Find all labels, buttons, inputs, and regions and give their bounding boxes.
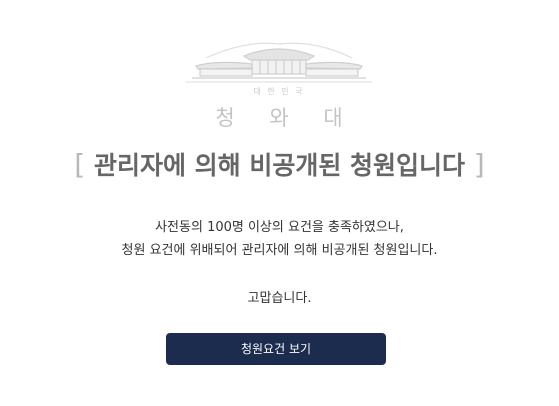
- cheongwadae-logo: 대 한 민 국 청 와 대: [186, 38, 372, 138]
- logo-subtitle: 대 한 민 국: [253, 87, 305, 96]
- logo-name: 청 와 대: [215, 106, 357, 130]
- blue-house-building-icon: [186, 42, 372, 83]
- title-text: 관리자에 의해 비공개된 청원입니다: [93, 151, 466, 180]
- view-petition-requirements-button[interactable]: 청원요건 보기: [166, 333, 386, 365]
- page-title: [ 관리자에 의해 비공개된 청원입니다 ]: [0, 146, 559, 182]
- notice-line-2: 청원 요건에 위배되어 관리자에 의해 비공개된 청원입니다.: [121, 243, 438, 258]
- notice-line-1: 사전동의 100명 이상의 요건을 충족하였으나,: [155, 220, 404, 235]
- notice-message: 사전동의 100명 이상의 요건을 충족하였으나, 청원 요건에 위배되어 관리…: [0, 216, 559, 262]
- title-open-bracket: [: [74, 148, 86, 181]
- title-close-bracket: ]: [473, 148, 485, 181]
- thanks-text: 고맙습니다.: [247, 291, 312, 306]
